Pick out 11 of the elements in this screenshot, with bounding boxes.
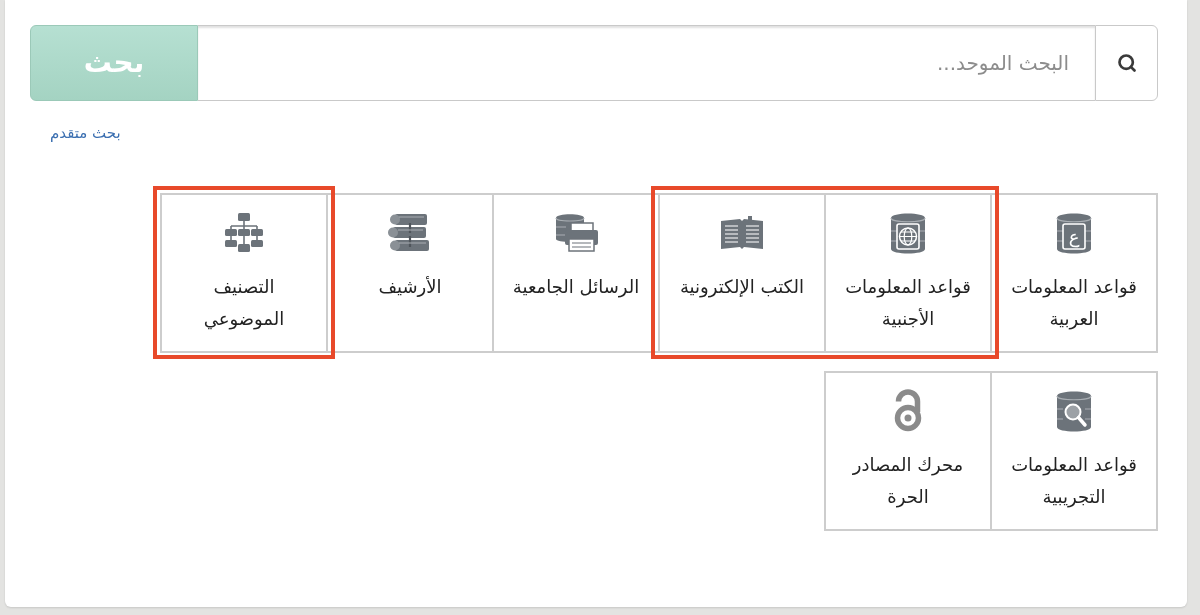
category-tile[interactable]: قواعد المعلومات الأجنبية — [824, 193, 992, 353]
category-tile[interactable]: التصنيف الموضوعي — [160, 193, 328, 353]
category-tile[interactable]: محرك المصادر الحرة — [824, 371, 992, 531]
category-tile[interactable]: الأرشيف — [326, 193, 494, 353]
advanced-search-link[interactable]: بحث متقدم — [50, 123, 121, 143]
category-tile[interactable]: الرسائل الجامعية — [492, 193, 660, 353]
category-tile[interactable]: الكتب الإلكترونية — [658, 193, 826, 353]
search-field[interactable]: البحث الموحد... — [198, 25, 1095, 101]
category-tile[interactable]: ع قواعد المعلومات العربية — [990, 193, 1158, 353]
search-icon — [1116, 53, 1137, 73]
category-tile[interactable]: قواعد المعلومات التجريبية — [990, 371, 1158, 531]
